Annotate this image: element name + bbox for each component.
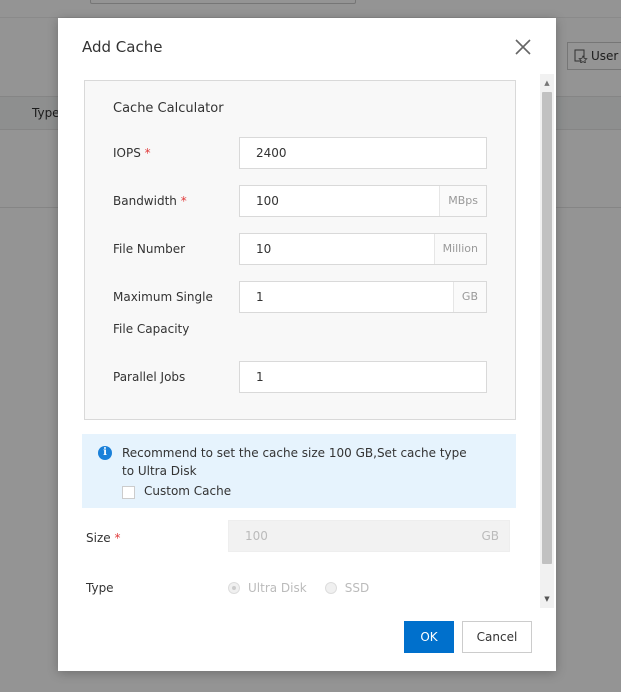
dialog-content: Cache Calculator IOPS * 2400 Bandwidth *… [82, 78, 542, 606]
calculator-title: Cache Calculator [113, 101, 224, 116]
required-mark: * [144, 146, 151, 160]
iops-row: IOPS * 2400 [113, 137, 493, 169]
ultra-disk-label[interactable]: Ultra Disk [248, 581, 307, 595]
size-input[interactable]: 100 GB [228, 520, 510, 552]
info-icon: i [98, 446, 112, 460]
max-file-capacity-label: Maximum Single [113, 290, 213, 304]
scroll-down-arrow-icon[interactable]: ▼ [540, 594, 554, 604]
dialog-scrollbar[interactable]: ▲ ▼ [540, 74, 554, 608]
required-mark: * [114, 531, 121, 545]
file-number-label: File Number [113, 242, 186, 256]
file-number-row: File Number 10 Million [113, 233, 493, 265]
cancel-button[interactable]: Cancel [462, 621, 532, 653]
scroll-up-arrow-icon[interactable]: ▲ [540, 78, 554, 88]
iops-label: IOPS * [113, 146, 151, 160]
size-unit: GB [481, 529, 499, 543]
ssd-label[interactable]: SSD [345, 581, 369, 595]
bandwidth-input[interactable]: 100 MBps [239, 185, 487, 217]
cache-type-radio-group: Ultra Disk SSD [228, 572, 379, 604]
size-value: 100 [245, 529, 268, 543]
bandwidth-unit: MBps [439, 186, 486, 216]
bandwidth-row: Bandwidth * 100 MBps [113, 185, 493, 217]
cache-calculator: Cache Calculator IOPS * 2400 Bandwidth *… [84, 80, 516, 420]
ssd-radio[interactable] [324, 582, 337, 594]
dialog-title: Add Cache [82, 38, 163, 56]
ultra-disk-radio[interactable] [228, 582, 240, 594]
max-file-capacity-input[interactable]: 1 GB [239, 281, 487, 313]
max-file-capacity-unit: GB [452, 282, 486, 312]
recommendation-notice: i Recommend to set the cache size 100 GB… [82, 434, 516, 508]
max-file-capacity-label-line2: File Capacity [113, 322, 190, 336]
required-mark: * [180, 194, 187, 208]
add-cache-dialog: Add Cache Cache Calculator IOPS * 2400 B… [58, 18, 556, 671]
close-icon[interactable] [514, 38, 532, 56]
file-number-input[interactable]: 10 Million [239, 233, 487, 265]
ok-button[interactable]: OK [404, 621, 454, 653]
custom-cache-checkbox[interactable] [122, 486, 135, 499]
max-file-capacity-row: Maximum Single File Capacity 1 GB [113, 281, 493, 345]
size-label: Size * [86, 531, 121, 545]
file-number-unit: Million [433, 234, 486, 264]
bandwidth-label: Bandwidth * [113, 194, 187, 208]
parallel-jobs-input[interactable]: 1 [239, 361, 487, 393]
recommendation-text: Recommend to set the cache size 100 GB,S… [122, 446, 467, 478]
scroll-thumb[interactable] [542, 92, 552, 564]
parallel-jobs-label: Parallel Jobs [113, 370, 186, 384]
iops-input[interactable]: 2400 [239, 137, 487, 169]
type-label: Type [86, 581, 114, 595]
parallel-jobs-row: Parallel Jobs 1 [113, 361, 493, 393]
custom-cache-label[interactable]: Custom Cache [144, 484, 231, 498]
